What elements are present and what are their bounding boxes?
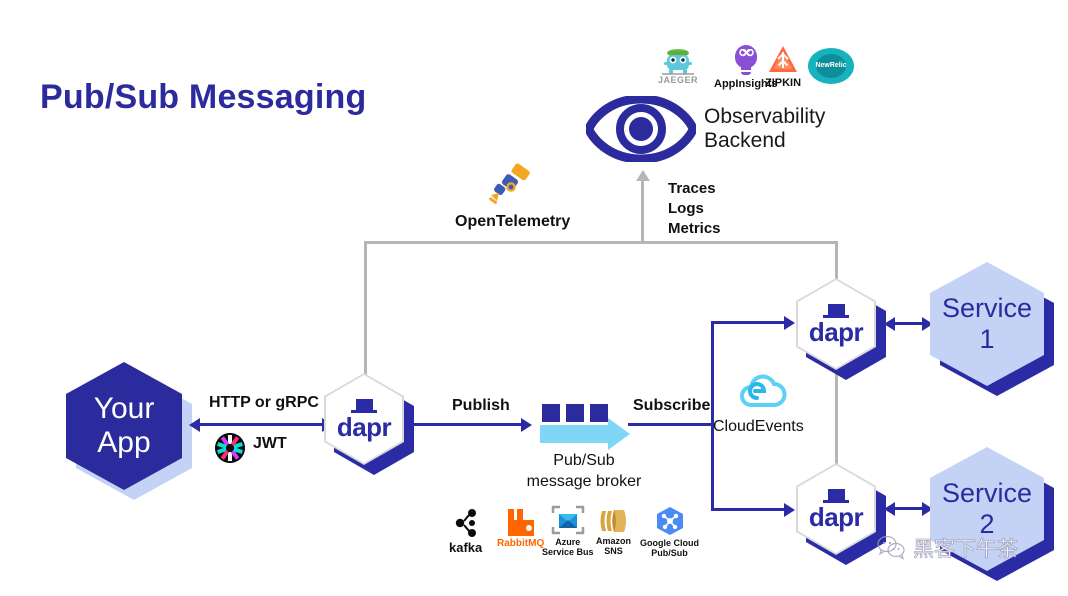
service1-label-line1: Service	[941, 292, 1033, 323]
subscribe-branch-service2	[711, 508, 786, 511]
sidecar-app-label: dapr	[336, 411, 392, 442]
vendor-newrelic: New Relic	[808, 48, 854, 84]
google-cloud-pubsub-label-line2: Pub/Sub	[651, 547, 688, 558]
newrelic-icon: New Relic	[808, 48, 854, 84]
service1-label-line2: 1	[979, 324, 995, 354]
telemetry-bus-drop-app-sidecar	[364, 241, 367, 381]
broker-caption-line2: message broker	[526, 472, 642, 490]
broker-caption: Pub/Sub message broker	[519, 451, 649, 493]
sidecar-service1-label: dapr	[808, 316, 864, 347]
service2-label-line2: 2	[979, 509, 995, 539]
telemetry-signal-traces: Traces	[668, 180, 716, 197]
zipkin-label: ZIPKIN	[765, 77, 802, 89]
dapr-hat-icon	[823, 303, 849, 319]
telemetry-bus-drop-service2-sidecar	[835, 365, 838, 468]
zipkin-icon	[769, 46, 798, 72]
observability-backend-label: Observability Backend	[704, 105, 825, 153]
observability-backend-line2: Backend	[704, 129, 786, 153]
sidecar-service2-label: dapr	[808, 501, 864, 532]
broker-message-3	[590, 404, 608, 422]
subscribe-branch-service1-arrowhead	[784, 315, 795, 330]
sidecar-app-dapr-logo: dapr	[336, 398, 392, 442]
jwt-label: JWT	[253, 435, 287, 452]
page-title: Pub/Sub Messaging	[40, 78, 367, 116]
broker-message-2	[566, 404, 584, 422]
subscribe-branch-service1	[711, 321, 786, 324]
subscribe-link	[628, 423, 714, 426]
rabbitmq-label: RabbitMQ	[497, 538, 545, 549]
subscribe-label: Subscribe	[633, 397, 711, 414]
telemetry-riser-arrowhead	[635, 170, 650, 181]
broker-rabbitmq: RabbitMQ	[497, 507, 544, 549]
sidecar2-service2-arrow-left	[884, 501, 895, 516]
sidecar1-service1-arrow-left	[884, 316, 895, 331]
telemetry-signal-metrics: Metrics	[668, 219, 721, 237]
amazon-sns-label-line2: SNS	[604, 545, 623, 556]
sidecar-service1-dapr-logo: dapr	[808, 303, 864, 347]
publish-link	[406, 423, 524, 426]
sidecar2-service2-link	[890, 507, 926, 510]
subscribe-branch-service2-arrowhead	[784, 502, 795, 517]
broker-azure-service-bus: Azure Service Bus	[542, 505, 594, 558]
telemetry-riser-to-backend	[641, 180, 644, 242]
app-sidecar-protocol-label: HTTP or gRPC	[209, 394, 319, 411]
amazon-sns-icon	[600, 510, 626, 532]
amazon-sns-label: Amazon SNS	[596, 536, 631, 557]
cloudevents-label: CloudEvents	[713, 418, 804, 435]
observability-backend-line1: Observability	[704, 105, 826, 128]
dapr-hat-icon	[351, 398, 377, 414]
azure-service-bus-icon	[551, 505, 585, 535]
broker-kafka: kafka	[449, 508, 482, 555]
newrelic-label-line2: Relic	[829, 62, 847, 70]
broker-google-cloud-pubsub: Google Cloud Pub/Sub	[640, 506, 699, 559]
rabbitmq-icon	[507, 509, 534, 536]
dapr-hat-icon	[823, 488, 849, 504]
broker-flow-arrow-tail	[540, 425, 608, 443]
publish-arrowhead	[521, 417, 532, 432]
telemetry-signal-logs: Logs	[668, 199, 704, 217]
vendor-zipkin: ZIPKIN	[765, 45, 801, 89]
broker-amazon-sns: Amazon SNS	[596, 508, 631, 557]
telemetry-signals: Traces Logs Metrics	[668, 179, 721, 239]
observability-eye-icon	[584, 94, 698, 167]
broker-caption-line1: Pub/Sub	[553, 452, 615, 469]
diagram-canvas: Pub/Sub Messaging JAEGER AppInsights ZIP…	[0, 0, 1068, 596]
your-app-label-line1: Your	[93, 392, 155, 426]
azure-service-bus-label-line2: Service Bus	[542, 546, 594, 557]
vendor-jaeger: JAEGER	[658, 44, 698, 85]
your-app-label-line2: App	[97, 426, 151, 459]
subscribe-trunk	[711, 321, 714, 511]
sidecar1-service1-link	[890, 322, 926, 325]
appinsights-icon	[732, 45, 760, 77]
newrelic-label-line1: New	[815, 62, 830, 70]
kafka-icon	[455, 509, 476, 537]
azure-service-bus-label: Azure Service Bus	[542, 537, 594, 558]
opentelemetry-icon	[487, 163, 533, 210]
kafka-label: kafka	[449, 540, 483, 555]
app-sidecar-arrow-left	[189, 417, 200, 432]
telemetry-bus-drop-service-sidecars	[835, 241, 838, 282]
google-cloud-pubsub-icon	[656, 507, 683, 535]
google-cloud-pubsub-label: Google Cloud Pub/Sub	[640, 538, 699, 559]
sidecar-service2-dapr-logo: dapr	[808, 488, 864, 532]
service2-label-line1: Service	[941, 477, 1033, 508]
broker-flow-arrow-head	[608, 418, 630, 450]
jaeger-icon	[662, 49, 694, 75]
telemetry-bus-horizontal	[364, 241, 838, 244]
opentelemetry-label: OpenTelemetry	[455, 213, 571, 230]
broker-message-1	[542, 404, 560, 422]
cloudevents-icon	[736, 372, 788, 413]
publish-label: Publish	[452, 397, 510, 414]
jwt-icon	[215, 433, 245, 468]
app-sidecar-link	[196, 423, 326, 426]
